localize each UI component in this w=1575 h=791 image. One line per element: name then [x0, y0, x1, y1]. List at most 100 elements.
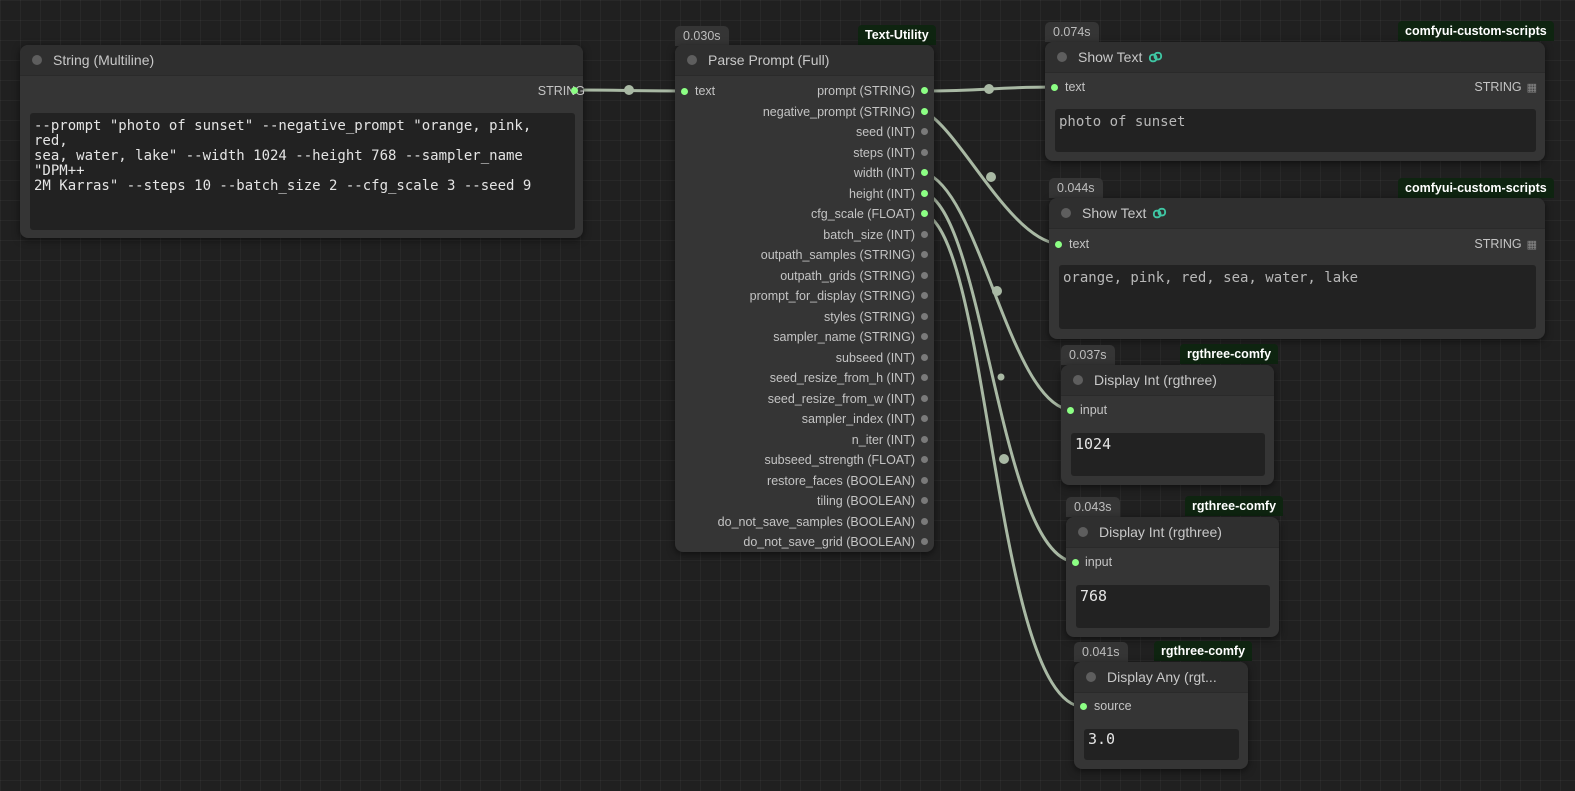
output-label: n_iter (INT)	[851, 432, 915, 447]
node-header[interactable]: Show Text	[1045, 42, 1545, 73]
node-source-badge: Text-Utility	[858, 25, 936, 45]
show-text-node-2[interactable]: Show Text text STRING ▦ orange, pink, red…	[1049, 198, 1545, 339]
node-source-badge: rgthree-comfy	[1154, 641, 1253, 661]
link-midpoint	[986, 172, 996, 182]
output-slot[interactable]	[921, 456, 928, 463]
output-label: outpath_grids (STRING)	[780, 268, 915, 283]
output-slot[interactable]	[921, 189, 928, 197]
output-slot[interactable]	[921, 87, 928, 94]
node-source-badge: comfyui-custom-scripts	[1398, 21, 1554, 41]
output-slot[interactable]	[921, 169, 928, 176]
input-label-input: input	[1085, 555, 1113, 569]
display-value[interactable]: 3.0	[1084, 729, 1239, 760]
display-any-node[interactable]: Display Any (rgt... source 3.0	[1074, 662, 1248, 769]
display-value[interactable]: 768	[1076, 585, 1270, 628]
node-timing: 0.030s	[675, 26, 729, 46]
output-label: outpath_samples (STRING)	[760, 248, 915, 262]
output-slot[interactable]	[921, 271, 928, 279]
output-label: height (INT)	[849, 186, 915, 201]
input-slot-input[interactable]	[1067, 407, 1074, 414]
output-slot[interactable]	[921, 476, 928, 484]
node-timing: 0.074s	[1045, 22, 1099, 42]
grid-slot-icon[interactable]: ▦	[1527, 82, 1537, 94]
node-timing: 0.037s	[1061, 345, 1115, 365]
node-header[interactable]: Display Int (rgthree)	[1066, 517, 1279, 548]
input-slot-text[interactable]	[1051, 84, 1058, 91]
output-label: styles (STRING)	[824, 309, 915, 324]
output-slot[interactable]	[921, 251, 928, 258]
output-type-label: STRING	[1474, 80, 1522, 94]
output-label: cfg_scale (FLOAT)	[811, 207, 915, 221]
output-slot[interactable]	[921, 538, 928, 545]
parse-prompt-node[interactable]: Parse Prompt (Full) text prompt (STRING)…	[675, 45, 934, 552]
input-slot-source[interactable]	[1080, 703, 1087, 710]
input-label-input: input	[1080, 403, 1108, 417]
output-slot[interactable]	[921, 497, 928, 504]
output-label: batch_size (INT)	[823, 227, 915, 242]
node-title: Display Any (rgt...	[1107, 669, 1217, 685]
node-source-badge: rgthree-comfy	[1180, 344, 1279, 364]
link-midpoint	[624, 85, 634, 95]
link-chain-icon	[1149, 51, 1163, 62]
collapse-dot-icon[interactable]	[1073, 375, 1083, 385]
collapse-dot-icon[interactable]	[1057, 52, 1067, 62]
node-title: Display Int (rgthree)	[1094, 372, 1217, 388]
input-label-source: source	[1094, 699, 1132, 713]
output-slot[interactable]	[921, 394, 928, 402]
grid-slot-icon[interactable]: ▦	[1527, 239, 1537, 251]
collapse-dot-icon[interactable]	[1086, 672, 1096, 682]
input-slot-text[interactable]	[681, 88, 688, 95]
multiline-text-input[interactable]: --prompt "photo of sunset" --negative_pr…	[30, 113, 575, 230]
node-header[interactable]: Display Int (rgthree)	[1061, 365, 1274, 396]
link-midpoint	[999, 454, 1009, 464]
output-label: tiling (BOOLEAN)	[817, 494, 915, 508]
collapse-dot-icon[interactable]	[1061, 208, 1071, 218]
collapse-dot-icon[interactable]	[687, 55, 697, 65]
node-timing: 0.044s	[1049, 178, 1103, 198]
node-header[interactable]: Parse Prompt (Full)	[675, 45, 934, 76]
output-label: subseed (INT)	[835, 350, 915, 365]
output-slot[interactable]	[921, 148, 928, 156]
output-label: steps (INT)	[853, 145, 915, 160]
link-midpoint	[984, 84, 994, 94]
output-slot[interactable]	[921, 333, 928, 340]
node-title: String (Multiline)	[53, 52, 155, 68]
output-slot[interactable]	[921, 128, 928, 135]
display-value[interactable]: 1024	[1071, 433, 1265, 476]
node-title: Show Text	[1082, 205, 1147, 221]
output-slot[interactable]	[921, 312, 928, 320]
link-midpoint	[992, 286, 1002, 296]
output-label: restore_faces (BOOLEAN)	[767, 473, 915, 488]
node-header[interactable]: Show Text	[1049, 198, 1545, 229]
output-label: seed (INT)	[855, 125, 915, 139]
output-label: do_not_save_grid (BOOLEAN)	[743, 535, 915, 549]
node-header[interactable]: Display Any (rgt...	[1074, 662, 1248, 693]
output-slot[interactable]	[921, 517, 928, 525]
link-prompt-to-showtext1	[923, 85, 1057, 93]
collapse-dot-icon[interactable]	[32, 55, 42, 65]
collapse-dot-icon[interactable]	[1078, 527, 1088, 537]
output-slot[interactable]	[921, 435, 928, 443]
input-slot-text[interactable]	[1055, 241, 1062, 248]
show-text-node-1[interactable]: Show Text text STRING ▦ photo of sunset	[1045, 42, 1545, 161]
link-chain-icon	[1153, 207, 1167, 218]
output-label: subseed_strength (FLOAT)	[764, 453, 915, 467]
output-slot[interactable]	[921, 292, 928, 299]
show-text-output[interactable]: photo of sunset	[1055, 109, 1536, 152]
output-slot[interactable]	[921, 353, 928, 361]
output-slot[interactable]	[921, 210, 928, 217]
output-slot-string[interactable]	[571, 87, 578, 94]
display-int-node-1[interactable]: Display Int (rgthree) input 1024	[1061, 365, 1274, 485]
show-text-output[interactable]: orange, pink, red, sea, water, lake	[1059, 265, 1536, 329]
output-slot[interactable]	[921, 107, 928, 115]
string-multiline-node[interactable]: String (Multiline) STRING --prompt "phot…	[20, 45, 585, 238]
output-slot[interactable]	[921, 230, 928, 238]
display-int-node-2[interactable]: Display Int (rgthree) input 768	[1066, 517, 1279, 637]
output-label: sampler_index (INT)	[801, 412, 915, 426]
node-source-badge: comfyui-custom-scripts	[1398, 178, 1554, 198]
input-slot-input[interactable]	[1072, 559, 1079, 566]
output-slot[interactable]	[921, 415, 928, 422]
node-header[interactable]: String (Multiline)	[20, 45, 583, 76]
output-slot[interactable]	[921, 374, 928, 381]
link-negprompt-to-showtext2	[923, 110, 1061, 246]
